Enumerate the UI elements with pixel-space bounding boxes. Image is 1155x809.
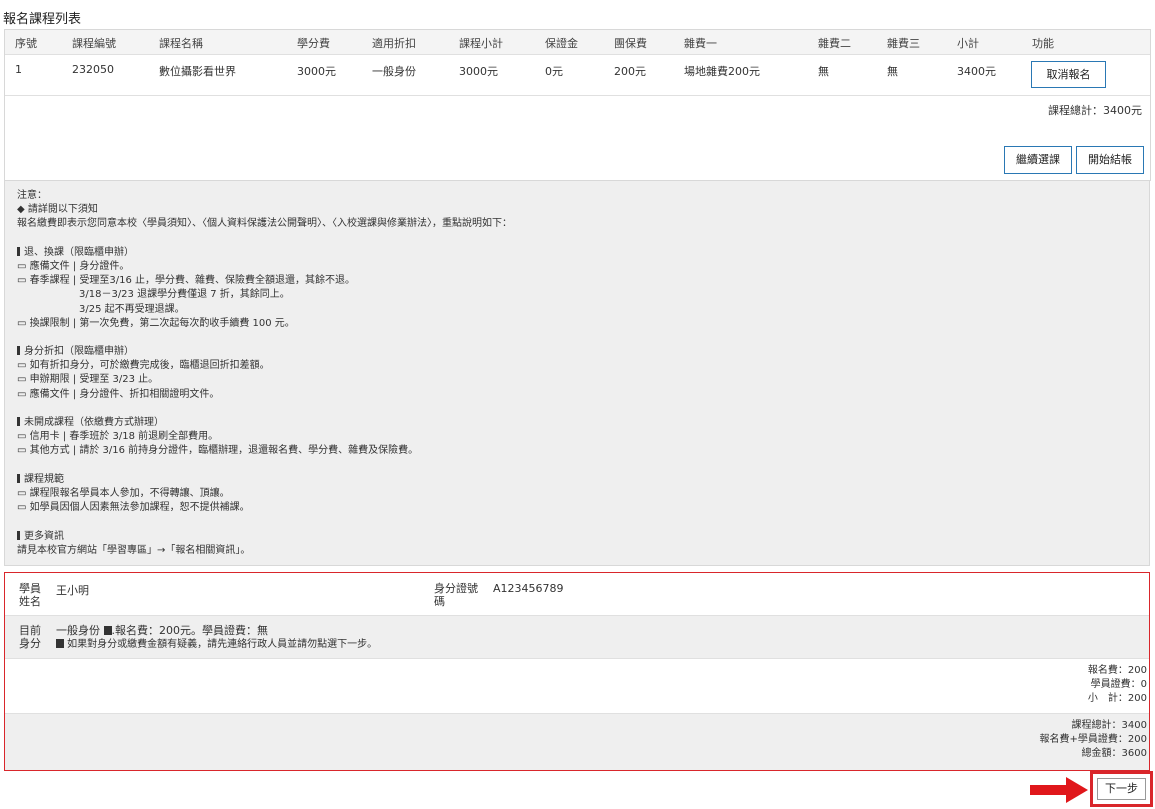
header-deposit: 保證金 <box>545 37 578 50</box>
section-bar-icon <box>17 473 20 483</box>
notice-line: ▭ 如有折扣身分，可於繳費完成後，臨櫃退回折扣差額。 <box>17 360 270 372</box>
cell-seq: 1 <box>15 63 22 76</box>
student-name: 王小明 <box>56 584 89 597</box>
notice-line: ▭ 如學員因個人因素無法參加課程，恕不提供補課。 <box>17 502 250 514</box>
notice-line: 請見本校官方網站「學習專區」→「報名相關資訊」。 <box>17 544 251 556</box>
header-course-subtotal: 課程小計 <box>459 37 503 50</box>
cell-credit-fee: 3000元 <box>297 65 336 78</box>
identity-row: 目前 身分 一般身份 .報名費：200元。學員證費：無 如果對身分或繳費金額有疑義… <box>5 616 1149 659</box>
cell-course-id: 232050 <box>72 63 114 76</box>
header-course-id: 課程編號 <box>72 37 116 50</box>
cell-subtotal: 3400元 <box>957 65 996 78</box>
header-discount: 適用折扣 <box>372 37 416 50</box>
header-misc1: 雜費一 <box>684 37 717 50</box>
header-insurance: 團保費 <box>614 37 647 50</box>
student-name-label: 學員 姓名 <box>19 582 41 608</box>
section-cancelled-courses: 未開成課程（依繳費方式辦理） <box>17 416 1137 430</box>
notice-title: 注意： <box>17 190 47 201</box>
notice-line: ▭ 應備文件 | 身分證件、折扣相關證明文件。 <box>17 388 220 400</box>
notice-line: ▭ 其他方式 | 請於 3/16 前持身分證件，臨櫃辦理，退還報名費、學分費、雜… <box>17 445 419 457</box>
grand-total-section: 課程總計：3400 報名費+學員證費：200 總金額：3600 <box>5 714 1149 770</box>
course-table: 序號 課程編號 課程名稱 學分費 適用折扣 課程小計 保證金 團保費 雜費一 雜… <box>4 29 1151 181</box>
header-course-name: 課程名稱 <box>159 37 203 50</box>
notice-line: ▭ 信用卡 | 春季班於 3/18 前退刷全部費用。 <box>17 431 219 443</box>
section-bar-icon <box>17 246 20 256</box>
notice-line: ▭ 春季課程 | 受理至3/16 止，學分費、雜費、保險費全額退還，其餘不退。 <box>17 275 355 287</box>
arrow-right-icon <box>1030 777 1088 803</box>
identity-info: 一般身份 .報名費：200元。學員證費：無 <box>56 624 268 637</box>
cell-misc3: 無 <box>887 65 898 78</box>
identity-label: 目前 身分 <box>19 624 41 650</box>
registration-fee: 報名費：200 <box>1087 665 1147 676</box>
section-title: 身分折扣（限臨櫃申辦） <box>24 346 134 358</box>
cancel-enrollment-button[interactable]: 取消報名 <box>1031 61 1106 88</box>
section-title: 未開成課程（依繳費方式辦理） <box>24 417 164 428</box>
fee-breakdown: 報名費：200 學員證費：0 小 計：200 <box>5 659 1149 714</box>
notice-line: ▭ 課程限報名學員本人參加，不得轉讓、頂讓。 <box>17 487 230 499</box>
cell-course-subtotal: 3000元 <box>459 65 498 78</box>
cell-misc1: 場地雜費200元 <box>684 65 760 78</box>
next-step-button[interactable]: 下一步 <box>1097 778 1146 800</box>
cell-discount: 一般身份 <box>372 65 416 78</box>
notice-line: 3/25 起不再受理退課。 <box>79 303 185 315</box>
header-function: 功能 <box>1032 37 1054 50</box>
student-name-row: 學員 姓名 王小明 身分證號碼 A123456789 <box>5 573 1149 616</box>
section-title: 退、換課（限臨櫃申辦） <box>24 246 134 258</box>
table-row: 1 232050 數位攝影看世界 3000元 一般身份 3000元 0元 200… <box>5 55 1150 96</box>
course-total-amount: 課程總計：3400 <box>1071 720 1147 731</box>
id-number-label: 身分證號碼 <box>434 582 478 608</box>
table-header: 序號 課程編號 課程名稱 學分費 適用折扣 課程小計 保證金 團保費 雜費一 雜… <box>5 30 1150 55</box>
id-number: A123456789 <box>493 582 564 595</box>
notice-panel: 注意： ◆ 請詳閱以下須知 報名繳費即表示您同意本校〈學員須知〉、〈個人資料保護… <box>4 180 1150 566</box>
notice-intro: 報名繳費即表示您同意本校〈學員須知〉、〈個人資料保護法公開聲明〉、〈入校選課與修… <box>17 218 512 230</box>
student-card-fee: 學員證費：0 <box>1090 679 1147 690</box>
course-total: 課程總計：3400元 <box>1048 104 1142 117</box>
square-icon <box>56 639 64 648</box>
identity-note: 如果對身分或繳費金額有疑義，請先連絡行政人員並請勿點選下一步。 <box>56 638 377 651</box>
section-more-info: 更多資訊 <box>17 530 1137 544</box>
notice-bullet: ◆ 請詳閱以下須知 <box>17 204 98 216</box>
total-amount: 總金額：3600 <box>1081 748 1147 759</box>
section-bar-icon <box>17 530 20 540</box>
cell-misc2: 無 <box>818 65 829 78</box>
continue-selecting-button[interactable]: 繼續選課 <box>1004 146 1072 174</box>
notice-line: ▭ 換課限制 | 第一次免費，第二次起每次酌收手續費 100 元。 <box>17 317 295 329</box>
header-seq: 序號 <box>15 37 37 50</box>
next-button-highlight: 下一步 <box>1090 771 1153 807</box>
cell-course-name: 數位攝影看世界 <box>159 65 236 78</box>
cell-deposit: 0元 <box>545 65 563 78</box>
header-credit-fee: 學分費 <box>297 37 330 50</box>
section-discount: 身分折扣（限臨櫃申辦） <box>17 345 1137 359</box>
checkout-button[interactable]: 開始結帳 <box>1076 146 1144 174</box>
section-rules: 課程規範 <box>17 473 1137 487</box>
fee-subtotal: 小 計：200 <box>1087 693 1147 704</box>
section-bar-icon <box>17 346 20 356</box>
header-misc2: 雜費二 <box>818 37 851 50</box>
student-info-panel: 學員 姓名 王小明 身分證號碼 A123456789 目前 身分 一般身份 .報名費… <box>4 572 1150 771</box>
square-icon <box>103 626 112 635</box>
notice-line: ▭ 應備文件 | 身分證件。 <box>17 260 130 272</box>
section-title: 課程規範 <box>24 473 64 485</box>
page-title: 報名課程列表 <box>3 12 82 27</box>
notice-line: 3/18－3/23 退課學分費僅退 7 折，其餘同上。 <box>79 289 290 301</box>
section-bar-icon <box>17 417 20 426</box>
cell-insurance: 200元 <box>614 65 646 78</box>
notice-line: ▭ 申辦期限 | 受理至 3/23 止。 <box>17 374 159 386</box>
section-title: 更多資訊 <box>24 530 64 542</box>
section-refund: 退、換課（限臨櫃申辦） <box>17 246 1137 260</box>
fees-total-amount: 報名費+學員證費：200 <box>1039 734 1147 745</box>
header-subtotal: 小計 <box>957 37 979 50</box>
header-misc3: 雜費三 <box>887 37 920 50</box>
